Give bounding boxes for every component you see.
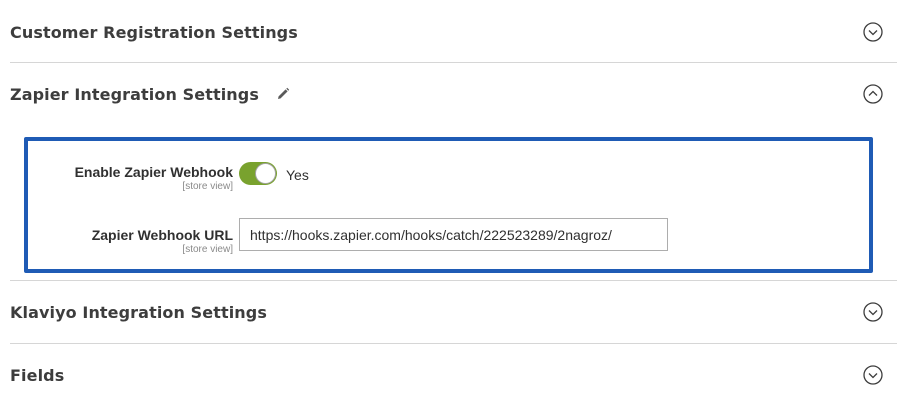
chevron-up-icon[interactable] [863, 84, 883, 104]
zapier-settings-panel: Enable Zapier Webhook [store view] Yes Z… [24, 137, 873, 273]
section-zapier-integration[interactable]: Zapier Integration Settings [10, 80, 897, 108]
section-title[interactable]: Klaviyo Integration Settings [10, 303, 267, 322]
section-fields[interactable]: Fields [10, 361, 897, 389]
section-klaviyo-integration[interactable]: Klaviyo Integration Settings [10, 298, 897, 326]
webhook-url-label: Zapier Webhook URL [91, 227, 233, 243]
section-customer-registration[interactable]: Customer Registration Settings [10, 18, 897, 46]
toggle-knob [255, 163, 276, 184]
section-title[interactable]: Customer Registration Settings [10, 23, 298, 42]
section-title[interactable]: Fields [10, 366, 64, 385]
webhook-url-label-group: Zapier Webhook URL [store view] [92, 227, 233, 255]
scope-label: [store view] [182, 244, 233, 255]
enable-webhook-toggle[interactable] [239, 162, 277, 185]
divider [10, 62, 897, 63]
chevron-down-icon[interactable] [863, 365, 883, 385]
chevron-down-icon[interactable] [863, 22, 883, 42]
divider [10, 343, 897, 344]
scope-label: [store view] [182, 181, 233, 192]
webhook-url-input[interactable] [239, 218, 668, 251]
toggle-value-text: Yes [286, 167, 309, 183]
divider [10, 280, 897, 281]
enable-webhook-label: Enable Zapier Webhook [74, 164, 233, 180]
section-title[interactable]: Zapier Integration Settings [10, 85, 259, 104]
chevron-down-icon[interactable] [863, 302, 883, 322]
enable-webhook-label-group: Enable Zapier Webhook [store view] [75, 164, 233, 192]
pencil-icon[interactable] [276, 87, 290, 101]
